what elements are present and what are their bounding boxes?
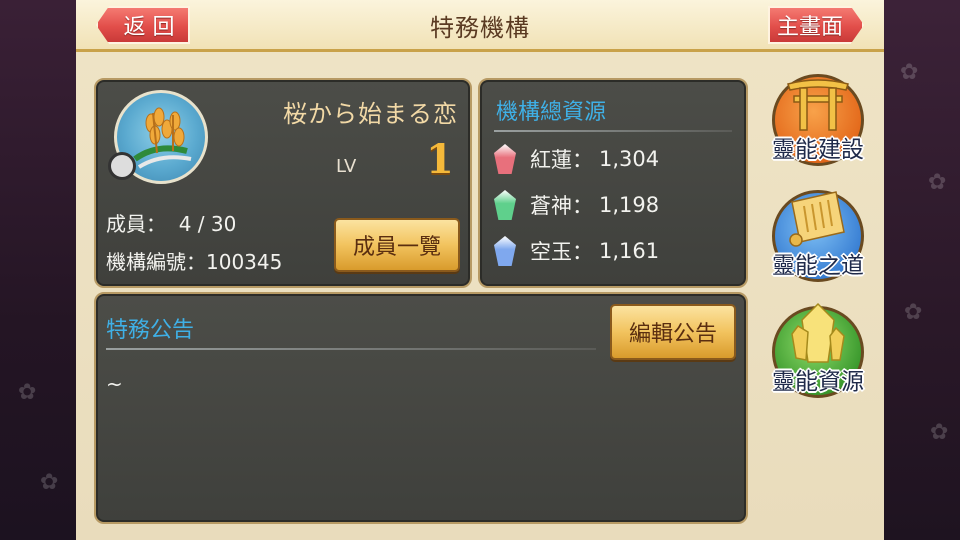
member-list-button[interactable]: 成員一覽 [334,218,460,272]
side-menu-label: 靈能建設 [772,137,864,163]
right-background: ✿ ✿ ✿ ✿ [884,0,960,540]
guild-name: 桜から始まる恋 [283,100,458,128]
sakura-icon: ✿ [904,300,923,325]
green-crystal-icon [494,190,516,220]
side-menu-resources[interactable]: 靈能資源 [768,302,868,406]
edit-notice-button[interactable]: 編輯公告 [610,304,736,360]
guild-info-panel: 桜から始まる恋 LV 1 成員： 4 / 30 機構編號：100345 成員一覽 [94,78,472,288]
notice-content: ~ [106,372,123,396]
resource-row: 紅蓮： 1,304 [494,144,659,174]
resource-value: 1,198 [599,193,660,217]
side-menu-building[interactable]: 靈能建設 [768,74,868,174]
left-background: ✿ ✿ [0,0,76,540]
red-crystal-icon [494,144,516,174]
divider [106,348,596,350]
notice-panel: 特務公告 編輯公告 ~ [94,292,748,524]
resource-row: 空玉： 1,161 [494,236,659,266]
header-bar: 特務機構 [76,0,884,52]
side-menu-label: 靈能之道 [772,253,864,279]
side-menu-label: 靈能資源 [772,369,864,395]
page-title: 特務機構 [430,14,530,42]
sakura-icon: ✿ [930,420,949,445]
sakura-icon: ✿ [928,170,947,195]
resource-name: 蒼神： [530,194,593,218]
guild-number: 機構編號：100345 [106,250,283,274]
resource-value: 1,304 [599,147,660,171]
resource-name: 紅蓮： [530,148,593,172]
notice-title: 特務公告 [106,318,195,343]
level-label: LV [336,156,357,177]
torii-gate-icon [787,79,849,131]
crystal-icon [791,302,845,363]
member-count: 成員： 4 / 30 [106,212,237,236]
resources-title: 機構總資源 [496,100,607,125]
back-button[interactable]: 返 回 [96,6,190,44]
level-value: 1 [426,136,454,183]
divider [494,130,732,132]
sakura-icon: ✿ [40,470,59,495]
resource-row: 蒼神： 1,198 [494,190,659,220]
blue-crystal-icon [494,236,516,266]
scroll-icon [789,191,845,247]
resource-name: 空玉： [530,240,593,264]
resource-value: 1,161 [599,239,660,263]
magnifier-icon[interactable] [108,152,136,180]
sakura-icon: ✿ [18,380,37,405]
side-menu-path[interactable]: 靈能之道 [768,190,868,290]
resources-panel: 機構總資源 紅蓮： 1,304 蒼神： 1,198 空玉： 1,161 [478,78,748,288]
sakura-icon: ✿ [900,60,919,85]
home-button[interactable]: 主畫面 [768,6,864,44]
